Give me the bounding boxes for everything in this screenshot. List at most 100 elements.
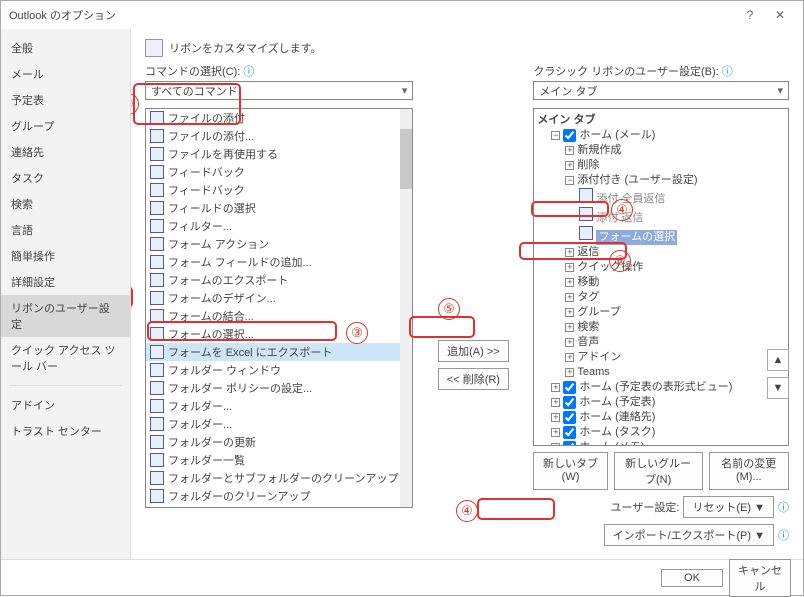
command-row[interactable]: フォームのデザイン... xyxy=(146,289,400,307)
sidebar-item-selected[interactable]: リボンのユーザー設定 xyxy=(1,295,130,337)
tree-checkbox[interactable] xyxy=(563,441,576,446)
tree-item[interactable]: +タグ xyxy=(537,290,785,305)
scrollbar-thumb[interactable] xyxy=(400,129,412,189)
command-row[interactable]: フォーム フィールドの追加... xyxy=(146,253,400,271)
expand-icon[interactable]: + xyxy=(565,338,574,347)
info-icon[interactable]: ⓘ xyxy=(778,527,789,543)
tree-checkbox[interactable] xyxy=(563,426,576,439)
move-down-button[interactable]: ▼ xyxy=(767,377,789,399)
command-row[interactable]: フォルダー... xyxy=(146,397,400,415)
tree-item[interactable]: +Teams xyxy=(537,365,785,380)
tree-checkbox[interactable] xyxy=(563,129,576,142)
expand-icon[interactable]: + xyxy=(565,161,574,170)
tree-item[interactable]: −添付付き (ユーザー設定) xyxy=(537,173,785,188)
tree-item[interactable]: +検索 xyxy=(537,320,785,335)
expand-icon[interactable]: + xyxy=(551,428,560,437)
command-label: フィールドの選択 xyxy=(168,200,256,216)
command-row[interactable]: フォルダーの更新 xyxy=(146,433,400,451)
expand-icon[interactable]: + xyxy=(565,308,574,317)
command-row[interactable]: フィルター... xyxy=(146,217,400,235)
rename-button[interactable]: 名前の変更(M)... xyxy=(709,452,789,490)
import-export-button[interactable]: インポート/エクスポート(P) ▼ xyxy=(604,524,774,546)
scrollbar[interactable] xyxy=(400,109,412,507)
expand-icon[interactable]: + xyxy=(551,413,560,422)
tree-item[interactable]: +ホーム (メモ) xyxy=(537,440,785,446)
command-row[interactable]: フォルダー... xyxy=(146,415,400,433)
expand-icon[interactable]: + xyxy=(565,323,574,332)
cancel-button[interactable]: キャンセル xyxy=(729,559,791,597)
command-row[interactable]: フォルダーの削除 xyxy=(146,505,400,507)
command-label: フォルダー... xyxy=(168,398,232,414)
sidebar-item[interactable]: 予定表 xyxy=(1,87,130,113)
new-group-button[interactable]: 新しいグループ(N) xyxy=(614,452,703,490)
tree-item[interactable]: +新規作成 xyxy=(537,143,785,158)
tree-checkbox[interactable] xyxy=(563,381,576,394)
reset-button[interactable]: リセット(E) ▼ xyxy=(683,496,774,518)
remove-button[interactable]: << 削除(R) xyxy=(438,368,509,390)
close-button[interactable]: ✕ xyxy=(765,8,795,22)
separator xyxy=(9,385,122,386)
expand-icon[interactable]: + xyxy=(565,368,574,377)
tree-checkbox[interactable] xyxy=(563,411,576,424)
command-row[interactable]: フォーム アクション xyxy=(146,235,400,253)
command-row[interactable]: フィールドの選択 xyxy=(146,199,400,217)
tree-item[interactable]: +アドイン xyxy=(537,350,785,365)
command-row[interactable]: フォームを Excel にエクスポート xyxy=(146,343,400,361)
info-icon[interactable]: ⓘ xyxy=(778,499,789,515)
ribbon-tree[interactable]: メイン タブ −ホーム (メール) +新規作成 +削除 −添付付き (ユーザー設… xyxy=(533,108,789,446)
sidebar-item[interactable]: トラスト センター xyxy=(1,418,130,444)
expand-icon[interactable]: + xyxy=(565,146,574,155)
tree-checkbox[interactable] xyxy=(563,396,576,409)
command-row[interactable]: フォルダー ウィンドウ xyxy=(146,361,400,379)
command-row[interactable]: ファイルを再使用する xyxy=(146,145,400,163)
ok-button[interactable]: OK xyxy=(661,569,723,587)
expand-icon[interactable]: + xyxy=(551,443,560,446)
move-up-button[interactable]: ▲ xyxy=(767,349,789,371)
commands-list[interactable]: ファイルファイルの添付ファイルの添付...ファイルを再使用するフィードバックフィ… xyxy=(145,108,413,508)
tree-item[interactable]: +移動 xyxy=(537,275,785,290)
command-row[interactable]: フォルダーのクリーンアップ xyxy=(146,487,400,505)
sidebar-item[interactable]: 簡単操作 xyxy=(1,243,130,269)
command-row[interactable]: フィードバック xyxy=(146,181,400,199)
tree-item[interactable]: +クイック操作 xyxy=(537,260,785,275)
new-tab-button[interactable]: 新しいタブ(W) xyxy=(533,452,607,490)
tree-item[interactable]: +ホーム (連絡先) xyxy=(537,410,785,425)
sidebar-item[interactable]: 詳細設定 xyxy=(1,269,130,295)
sidebar-item[interactable]: アドイン xyxy=(1,392,130,418)
tree-item[interactable]: +削除 xyxy=(537,158,785,173)
command-row[interactable]: フォルダー ポリシーの設定... xyxy=(146,379,400,397)
sidebar-item[interactable]: タスク xyxy=(1,165,130,191)
collapse-icon[interactable]: − xyxy=(565,176,574,185)
expand-icon[interactable]: + xyxy=(551,398,560,407)
expand-icon[interactable]: + xyxy=(551,383,560,392)
command-row[interactable]: フォルダーとサブフォルダーのクリーンアップ xyxy=(146,469,400,487)
command-label: フィードバック xyxy=(168,164,245,180)
tree-item[interactable]: −ホーム (メール) xyxy=(537,128,785,143)
customize-select[interactable]: メイン タブ ▾ xyxy=(533,81,789,100)
add-button[interactable]: 追加(A) >> xyxy=(438,340,509,362)
sidebar-item[interactable]: メール xyxy=(1,61,130,87)
annotation-box-3 xyxy=(147,321,337,341)
tree-item[interactable]: +音声 xyxy=(537,335,785,350)
collapse-icon[interactable]: − xyxy=(551,131,560,140)
sidebar-item[interactable]: 言語 xyxy=(1,217,130,243)
command-row[interactable]: フォルダー一覧 xyxy=(146,451,400,469)
form-icon xyxy=(579,226,593,240)
expand-icon[interactable]: + xyxy=(565,278,574,287)
expand-icon[interactable]: + xyxy=(565,263,574,272)
command-row[interactable]: ファイルの添付... xyxy=(146,127,400,145)
sidebar-item[interactable]: 全般 xyxy=(1,35,130,61)
sidebar-item[interactable]: グループ xyxy=(1,113,130,139)
expand-icon[interactable]: + xyxy=(565,293,574,302)
sidebar-item[interactable]: 検索 xyxy=(1,191,130,217)
tree-item[interactable]: +ホーム (予定表) xyxy=(537,395,785,410)
tree-item[interactable]: +ホーム (タスク) xyxy=(537,425,785,440)
help-button[interactable]: ? xyxy=(735,8,765,22)
tree-item[interactable]: +グループ xyxy=(537,305,785,320)
sidebar-item[interactable]: クイック アクセス ツール バー xyxy=(1,337,130,379)
command-row[interactable]: フィードバック xyxy=(146,163,400,181)
expand-icon[interactable]: + xyxy=(565,353,574,362)
tree-item[interactable]: +ホーム (予定表の表形式ビュー) xyxy=(537,380,785,395)
command-row[interactable]: フォームのエクスポート xyxy=(146,271,400,289)
sidebar-item[interactable]: 連絡先 xyxy=(1,139,130,165)
